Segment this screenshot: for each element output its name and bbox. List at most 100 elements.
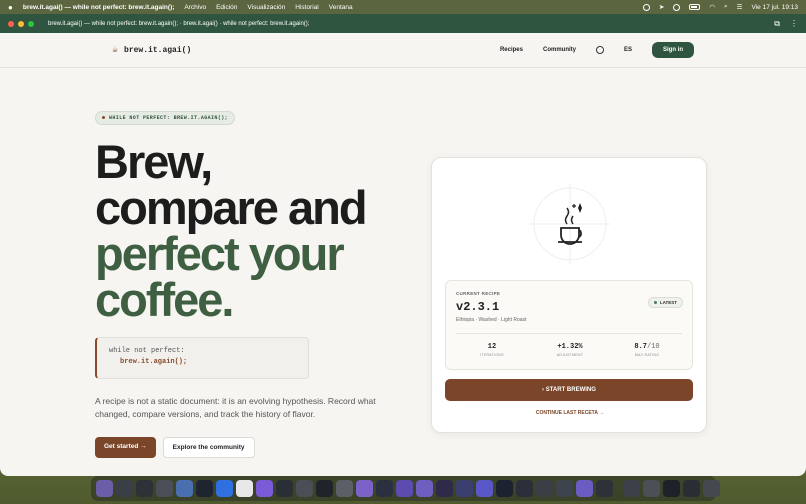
get-started-button[interactable]: Get started → (95, 436, 156, 458)
dock-app-icon[interactable] (536, 480, 553, 497)
menu-archivo[interactable]: Archivo (184, 4, 206, 11)
dock-app-icon[interactable] (236, 480, 253, 497)
dock-app-icon[interactable] (496, 480, 513, 497)
site-navbar: ☕ brew.it.agai() Recipes Community ES Si… (0, 33, 806, 68)
recipe-card: CURRENT RECIPE v2.3.1 Ethiopia · Washed … (431, 157, 707, 433)
dock-app-icon[interactable] (556, 480, 573, 497)
minimize-window-button[interactable] (18, 20, 24, 27)
headline-line-3: perfect your (95, 226, 345, 280)
more-menu-icon[interactable]: ⋮ (790, 19, 798, 28)
dock-app-icon[interactable] (196, 480, 213, 497)
dock-app-icon[interactable] (396, 480, 413, 497)
code-line-1: while not perfect: (109, 346, 185, 355)
coffee-cup-icon: ☕ (112, 45, 119, 56)
stat-iterations-value: 12 (487, 343, 497, 351)
stat-rating-label: MAX RATING (634, 353, 660, 357)
dock-app-icon[interactable] (576, 480, 593, 497)
latest-badge: LATEST (647, 297, 683, 308)
dock-app-icon[interactable] (663, 480, 680, 497)
extensions-icon[interactable]: ⧉ (774, 19, 780, 29)
code-snippet: while not perfect: brew.it.again(); (95, 336, 309, 379)
logo-text: brew.it.agai() (124, 45, 192, 55)
headline-line-4: coffee. (95, 272, 235, 326)
arrow-right-icon: → (140, 442, 147, 450)
wifi-icon[interactable]: ◠ (709, 3, 715, 11)
browser-tab-title[interactable]: brew.it.agai() — while not perfect: brew… (48, 21, 309, 27)
dock-app-icon[interactable] (256, 480, 273, 497)
stat-rating-suffix: /10 (647, 343, 660, 351)
site-logo[interactable]: ☕ brew.it.agai() (112, 44, 191, 56)
dock-app-icon[interactable] (356, 480, 373, 497)
hero-tagline-pill: WHILE NOT PERFECT: BREW.IT.AGAIN(); (95, 110, 236, 125)
search-icon[interactable]: ⌕ (724, 3, 728, 11)
maximize-window-button[interactable] (28, 20, 34, 27)
dock-app-icon[interactable] (96, 480, 113, 497)
dock-app-icon[interactable] (336, 480, 353, 497)
dock-app-icon[interactable] (516, 480, 533, 497)
stat-adjustment-label: ADJUSTMENT (556, 353, 584, 357)
stat-iterations-label: ITERATIONS (480, 353, 504, 357)
macos-dock (91, 476, 720, 501)
dock-app-icon[interactable] (376, 480, 393, 497)
control-center-icon[interactable]: ☰ (737, 3, 743, 11)
nav-link-recipes[interactable]: Recipes (500, 47, 523, 53)
browser-titlebar: brew.it.agai() — while not perfect: brew… (0, 14, 806, 33)
sign-in-button[interactable]: Sign in (652, 42, 694, 58)
dock-app-icon[interactable] (176, 480, 193, 497)
continue-last-recipe-link[interactable]: CONTINUE LAST RECETA → (432, 410, 708, 416)
dock-app-icon[interactable] (276, 480, 293, 497)
menu-visualizacion[interactable]: Visualización (247, 4, 285, 11)
menubar-datetime[interactable]: Vie 17 jul. 19:13 (752, 4, 799, 11)
nav-link-community[interactable]: Community (543, 47, 576, 53)
window-controls (8, 20, 34, 27)
stat-adjustment-value: +1.32% (557, 343, 583, 351)
battery-icon[interactable] (689, 4, 701, 10)
dock-app-icon[interactable] (316, 480, 333, 497)
menu-edicion[interactable]: Edición (216, 4, 237, 11)
dock-app-icon[interactable] (216, 480, 233, 497)
code-line-2: brew.it.again(); (120, 357, 188, 366)
explore-community-button[interactable]: Explore the community (162, 436, 255, 458)
dock-app-icon[interactable] (623, 480, 640, 497)
dock-app-icon[interactable] (683, 480, 700, 497)
nav-links: Recipes Community ES Sign in (500, 42, 694, 58)
current-recipe-panel[interactable]: CURRENT RECIPE v2.3.1 Ethiopia · Washed … (445, 280, 693, 370)
start-brewing-button[interactable]: › START BREWING (445, 379, 693, 401)
apple-menu-icon[interactable]: ● (8, 3, 13, 12)
stat-adjustment: +1.32% ADJUSTMENT (540, 343, 600, 357)
dock-app-icon[interactable] (703, 480, 720, 497)
latest-badge-label: LATEST (659, 300, 677, 305)
menubar-status-area: ➤ ◠ ⌕ ☰ Vie 17 jul. 19:13 (642, 3, 799, 11)
menu-historial[interactable]: Historial (295, 4, 318, 11)
hero-headline: Brew, compare and perfect your coffee. (95, 134, 415, 326)
hero-cta-group: Get started → Explore the community (95, 436, 415, 458)
browser-toolbar-right: ⧉ ⋮ (774, 19, 798, 29)
recipe-version: v2.3.1 (456, 300, 500, 314)
current-recipe-label: CURRENT RECIPE (456, 291, 501, 296)
dock-app-icon[interactable] (136, 480, 153, 497)
status-app-icon[interactable] (642, 3, 650, 11)
dock-app-icon[interactable] (436, 480, 453, 497)
pill-label: WHILE NOT PERFECT: BREW.IT.AGAIN(); (109, 114, 229, 121)
pill-dot-icon (102, 116, 105, 119)
status-gear-icon[interactable] (673, 3, 681, 11)
headline-line-1: Brew, (95, 134, 213, 188)
menu-ventana[interactable]: Ventana (329, 4, 353, 11)
close-window-button[interactable] (8, 20, 14, 27)
menubar-app-name[interactable]: brew.it.agai() — while not perfect: brew… (23, 4, 175, 11)
dock-app-icon[interactable] (596, 480, 613, 497)
status-arrow-icon[interactable]: ➤ (659, 3, 664, 11)
dock-app-icon[interactable] (643, 480, 660, 497)
dock-app-icon[interactable] (416, 480, 433, 497)
dock-app-icon[interactable] (296, 480, 313, 497)
dock-app-icon[interactable] (476, 480, 493, 497)
language-toggle[interactable]: ES (624, 47, 632, 53)
headline-line-2: compare and (95, 180, 368, 234)
dock-app-icon[interactable] (116, 480, 133, 497)
dock-app-icon[interactable] (456, 480, 473, 497)
dock-app-icon[interactable] (156, 480, 173, 497)
theme-toggle-moon-icon[interactable] (595, 46, 604, 54)
coffee-cup-illustration-icon (530, 184, 610, 264)
recipe-divider (456, 333, 682, 334)
latest-dot-icon (653, 301, 657, 304)
